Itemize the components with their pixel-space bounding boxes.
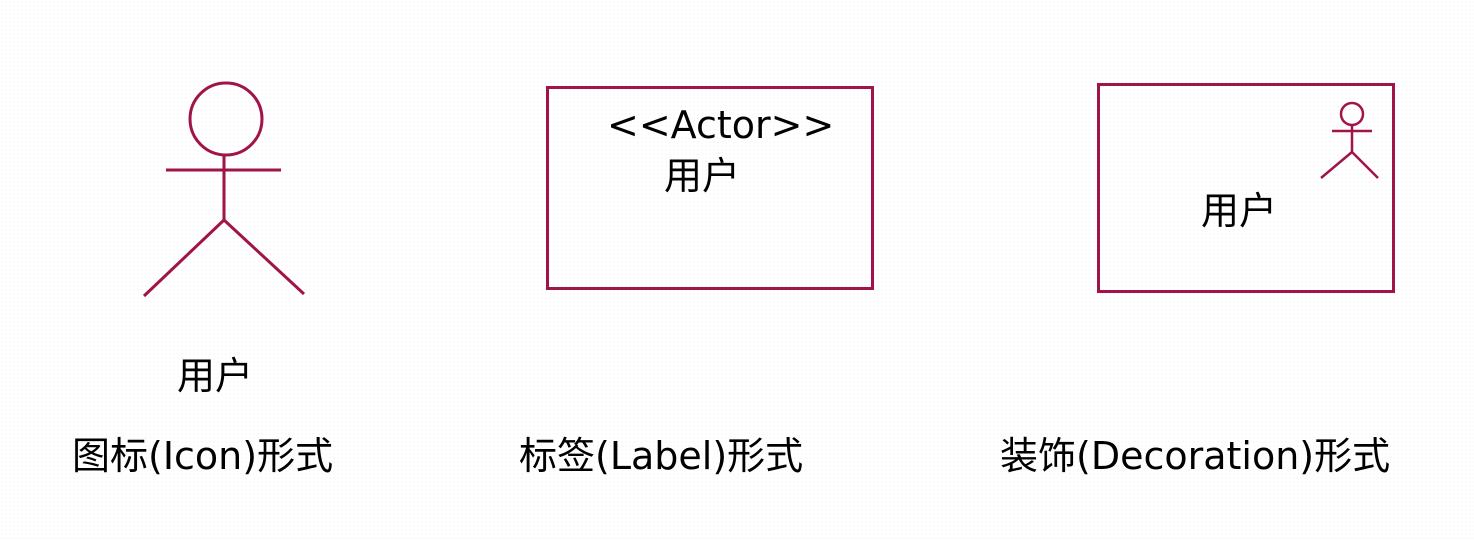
actor-decoration-icon <box>1320 101 1379 179</box>
actor-name-icon-form: 用户 <box>177 354 254 398</box>
actor-name-decoration-form: 用户 <box>1201 189 1278 233</box>
caption-label-form: 标签(Label)形式 <box>519 434 804 478</box>
actor-name-label-form: 用户 <box>664 154 741 198</box>
diagram-canvas: 用户 图标(Icon)形式 <<Actor>> 用户 标签(Label)形式 用… <box>0 0 1474 540</box>
caption-decoration-form: 装饰(Decoration)形式 <box>1000 434 1391 478</box>
caption-icon-form: 图标(Icon)形式 <box>72 434 334 478</box>
actor-stereotype: <<Actor>> <box>607 103 835 147</box>
actor-stick-figure-icon <box>142 81 306 298</box>
